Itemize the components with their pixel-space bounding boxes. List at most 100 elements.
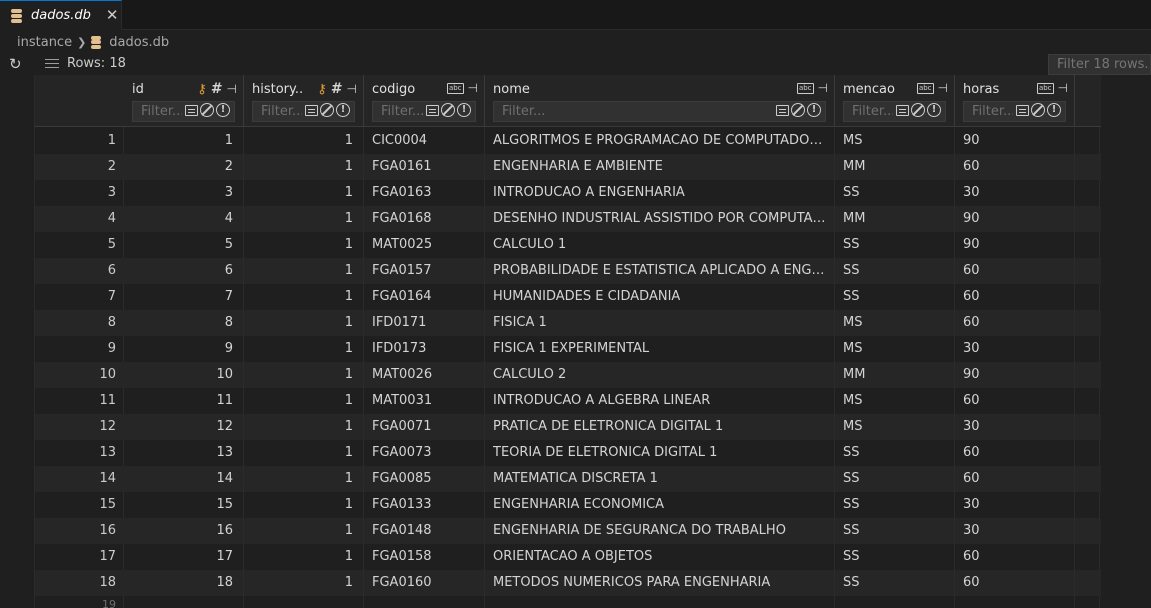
cell-mencao[interactable]: SS	[843, 466, 951, 492]
cell-hist[interactable]: 1	[244, 518, 353, 544]
table-row[interactable]: 5 5 1 MAT0025 CALCULO 1 SS 90	[35, 232, 1101, 258]
cell-nome[interactable]: FISICA 1	[493, 310, 831, 336]
equals-icon[interactable]	[305, 104, 318, 116]
table-row[interactable]: 6 6 1 FGA0157 PROBABILIDADE E ESTATISTICA AP…	[35, 258, 1101, 284]
cell-mencao[interactable]: SS	[843, 284, 951, 310]
cell-id[interactable]: 10	[124, 362, 233, 388]
cell-horas[interactable]: 60	[963, 284, 1071, 310]
pin-icon[interactable]: ⊣	[347, 82, 357, 96]
cell-codigo[interactable]: IFD0171	[372, 310, 481, 336]
cell-nome[interactable]: INTRODUCAO A ALGEBRA LINEAR	[493, 388, 831, 414]
table-row[interactable]: 14 14 1 FGA0085 MATEMATICA DISCRETA 1 SS 60	[35, 466, 1101, 492]
table-row[interactable]: 1 1 1 CIC0004 ALGORITMOS E PROGRAMACAO DE CO…	[35, 128, 1101, 154]
null-icon[interactable]	[911, 103, 925, 117]
null-icon[interactable]	[320, 103, 334, 117]
null-icon[interactable]	[200, 103, 214, 117]
cell-codigo[interactable]: FGA0163	[372, 180, 481, 206]
breadcrumb-root[interactable]: instance	[17, 35, 72, 50]
cell-mencao[interactable]: MM	[843, 362, 951, 388]
cell-hist[interactable]: 1	[244, 440, 353, 466]
null-icon[interactable]	[1031, 103, 1045, 117]
equals-icon[interactable]	[896, 104, 909, 116]
table-row[interactable]: 3 3 1 FGA0163 INTRODUCAO A ENGENHARIA SS 30	[35, 180, 1101, 206]
cell-hist[interactable]: 1	[244, 466, 353, 492]
cell-codigo[interactable]: MAT0026	[372, 362, 481, 388]
cell-id[interactable]: 13	[124, 440, 233, 466]
cell-codigo[interactable]: FGA0168	[372, 206, 481, 232]
null-icon[interactable]	[441, 103, 455, 117]
cell-hist[interactable]: 1	[244, 336, 353, 362]
cell-horas[interactable]: 30	[963, 492, 1071, 518]
cell-codigo[interactable]: FGA0085	[372, 466, 481, 492]
equals-icon[interactable]	[185, 104, 198, 116]
cell-hist[interactable]: 1	[244, 180, 353, 206]
cell-mencao[interactable]: MM	[843, 206, 951, 232]
cell-horas[interactable]: 60	[963, 440, 1071, 466]
cell-horas[interactable]: 30	[963, 180, 1071, 206]
cell-hist[interactable]: 1	[244, 258, 353, 284]
cell-mencao[interactable]: SS	[843, 544, 951, 570]
cell-hist[interactable]: 1	[244, 492, 353, 518]
not-icon[interactable]: !	[807, 103, 821, 117]
cell-horas[interactable]: 90	[963, 362, 1071, 388]
cell-nome[interactable]: PRATICA DE ELETRONICA DIGITAL 1	[493, 414, 831, 440]
column-filter-input[interactable]: Filter...!	[843, 101, 946, 122]
cell-horas[interactable]: 90	[963, 128, 1071, 154]
cell-mencao[interactable]: SS	[843, 440, 951, 466]
table-row[interactable]: 9 9 1 IFD0173 FISICA 1 EXPERIMENTAL MS 30	[35, 336, 1101, 362]
cell-nome[interactable]: ENGENHARIA DE SEGURANCA DO TRABALHO	[493, 518, 831, 544]
cell-id[interactable]: 11	[124, 388, 233, 414]
cell-nome[interactable]: ORIENTACAO A OBJETOS	[493, 544, 831, 570]
cell-id[interactable]: 7	[124, 284, 233, 310]
pin-icon[interactable]: ⊣	[227, 82, 237, 96]
column-filter-input[interactable]: Filter...!	[372, 101, 476, 122]
cell-mencao[interactable]: MM	[843, 154, 951, 180]
breadcrumb-file[interactable]: dados.db	[109, 35, 169, 50]
table-row[interactable]: 8 8 1 IFD0171 FISICA 1 MS 60	[35, 310, 1101, 336]
not-icon[interactable]: !	[336, 103, 350, 117]
not-icon[interactable]: !	[457, 103, 471, 117]
equals-icon[interactable]	[776, 104, 789, 116]
cell-mencao[interactable]: MS	[843, 336, 951, 362]
cell-id[interactable]: 5	[124, 232, 233, 258]
cell-nome[interactable]: TEORIA DE ELETRONICA DIGITAL 1	[493, 440, 831, 466]
cell-codigo[interactable]: FGA0160	[372, 570, 481, 596]
column-filter-input[interactable]: Filter...!	[963, 101, 1066, 122]
cell-codigo[interactable]: FGA0157	[372, 258, 481, 284]
table-row[interactable]: 2 2 1 FGA0161 ENGENHARIA E AMBIENTE MM 60	[35, 154, 1101, 180]
cell-horas[interactable]: 60	[963, 258, 1071, 284]
cell-nome[interactable]: HUMANIDADES E CIDADANIA	[493, 284, 831, 310]
cell-codigo[interactable]: MAT0031	[372, 388, 481, 414]
cell-hist[interactable]: 1	[244, 388, 353, 414]
cell-hist[interactable]: 1	[244, 544, 353, 570]
cell-codigo[interactable]: FGA0158	[372, 544, 481, 570]
table-row[interactable]: 17 17 1 FGA0158 ORIENTACAO A OBJETOS SS 60	[35, 544, 1101, 570]
cell-nome[interactable]: ALGORITMOS E PROGRAMACAO DE COMPUTADORES	[493, 128, 831, 154]
cell-nome[interactable]: CALCULO 2	[493, 362, 831, 388]
cell-codigo[interactable]: FGA0164	[372, 284, 481, 310]
cell-mencao[interactable]: SS	[843, 518, 951, 544]
cell-nome[interactable]: INTRODUCAO A ENGENHARIA	[493, 180, 831, 206]
table-row[interactable]: 10 10 1 MAT0026 CALCULO 2 MM 90	[35, 362, 1101, 388]
cell-horas[interactable]: 60	[963, 310, 1071, 336]
cell-hist[interactable]: 1	[244, 414, 353, 440]
column-header[interactable]: nome abc ⊣ Filter...!	[485, 75, 835, 127]
cell-horas[interactable]: 90	[963, 232, 1071, 258]
cell-mencao[interactable]: SS	[843, 492, 951, 518]
refresh-icon[interactable]: ↻	[9, 55, 22, 73]
cell-horas[interactable]: 60	[963, 544, 1071, 570]
cell-horas[interactable]: 90	[963, 206, 1071, 232]
cell-mencao[interactable]: MS	[843, 310, 951, 336]
cell-mencao[interactable]: SS	[843, 180, 951, 206]
cell-id[interactable]: 15	[124, 492, 233, 518]
cell-id[interactable]: 6	[124, 258, 233, 284]
column-filter-input[interactable]: Filter...!	[132, 101, 235, 122]
cell-hist[interactable]: 1	[244, 310, 353, 336]
column-filter-input[interactable]: Filter...!	[493, 101, 826, 122]
column-header[interactable]: id ⚷ # ⊣ Filter...!	[124, 75, 244, 127]
cell-mencao[interactable]: MS	[843, 128, 951, 154]
cell-id[interactable]: 16	[124, 518, 233, 544]
cell-codigo[interactable]: FGA0073	[372, 440, 481, 466]
cell-nome[interactable]: METODOS NUMERICOS PARA ENGENHARIA	[493, 570, 831, 596]
pin-icon[interactable]: ⊣	[468, 81, 478, 95]
